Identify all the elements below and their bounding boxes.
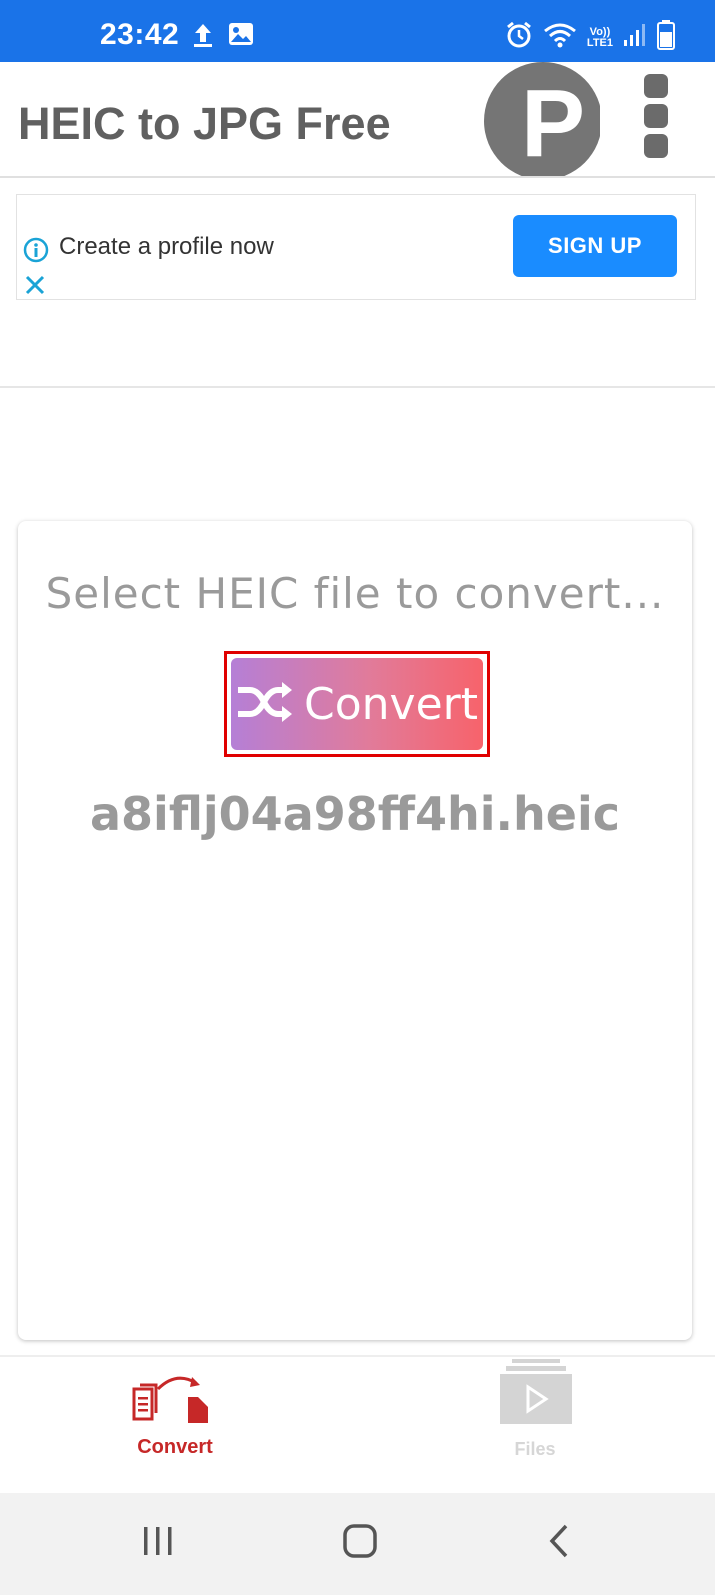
files-play-icon — [496, 1357, 576, 1434]
upload-icon — [192, 22, 214, 53]
convert-card: Select HEIC file to convert... Convert a… — [18, 521, 692, 1340]
nav-label-convert: Convert — [137, 1436, 213, 1458]
profile-initial: P — [521, 70, 586, 177]
nav-item-files[interactable]: Files — [470, 1357, 600, 1495]
status-time: 23:42 — [100, 18, 180, 51]
more-vert-icon[interactable] — [644, 74, 670, 158]
alarm-icon — [505, 21, 533, 54]
recent-apps-icon[interactable] — [142, 1523, 174, 1564]
convert-button[interactable]: Convert — [231, 658, 483, 750]
selected-file-name: a8iflj04a98ff4hi.heic — [90, 787, 620, 841]
nav-label-files: Files — [514, 1439, 556, 1459]
app-title: HEIC to JPG Free — [18, 98, 391, 149]
status-right-icons: Vo)) LTE1 — [505, 20, 675, 55]
convert-highlight-box: Convert — [224, 651, 490, 757]
menu-dot — [644, 134, 668, 158]
image-icon — [228, 22, 254, 53]
status-bar: 23:42 Vo)) LTE1 — [0, 0, 715, 62]
close-icon[interactable] — [23, 273, 47, 302]
menu-dot — [644, 104, 668, 128]
ad-text: Create a profile now — [59, 233, 274, 260]
convert-files-icon — [132, 1367, 218, 1438]
bottom-nav: Convert Files — [0, 1355, 715, 1493]
nav-item-convert[interactable]: Convert — [110, 1357, 240, 1495]
profile-avatar[interactable]: P — [484, 62, 602, 177]
battery-icon — [657, 20, 675, 55]
menu-dot — [644, 74, 668, 98]
convert-button-label: Convert — [304, 678, 478, 730]
app-bar-spacer — [600, 62, 630, 176]
home-icon[interactable] — [342, 1523, 378, 1564]
status-left-icons — [192, 22, 254, 53]
volte-icon: Vo)) LTE1 — [586, 25, 613, 49]
app-bar: HEIC to JPG Free P — [0, 62, 715, 178]
back-icon[interactable] — [548, 1523, 570, 1564]
sign-up-button[interactable]: SIGN UP — [513, 215, 677, 277]
wifi-icon — [543, 22, 577, 53]
info-icon[interactable] — [23, 237, 49, 268]
system-nav-bar — [0, 1493, 715, 1595]
signal-icon — [623, 22, 647, 53]
select-file-prompt[interactable]: Select HEIC file to convert... — [18, 569, 692, 618]
shuffle-icon — [236, 680, 294, 729]
ad-banner-area: Create a profile now SIGN UP — [0, 180, 715, 388]
ad-banner[interactable]: Create a profile now SIGN UP — [16, 194, 696, 300]
